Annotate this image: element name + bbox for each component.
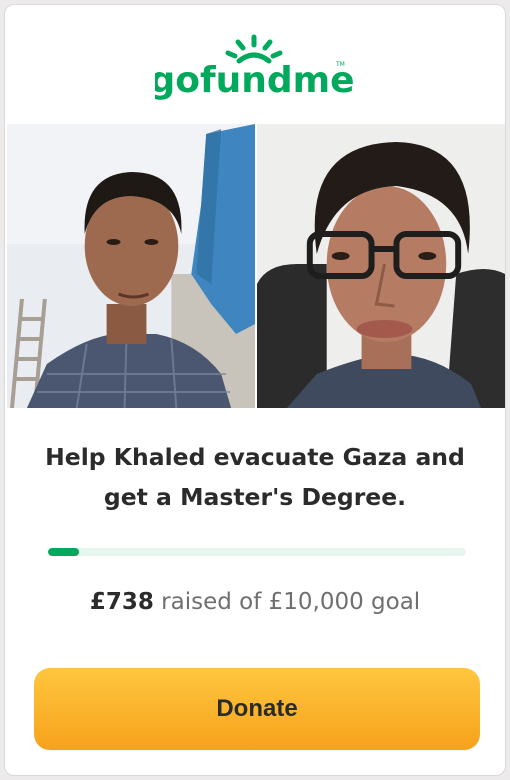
gofundme-logo[interactable]: gofundme TM	[5, 31, 505, 111]
raised-goal-text: raised of £10,000 goal	[161, 589, 421, 615]
campaign-title[interactable]: Help Khaled evacuate Gaza and get a Mast…	[29, 437, 481, 517]
trademark-mark: TM	[335, 61, 345, 68]
raised-amount: £738	[89, 589, 154, 615]
campaign-photo-outdoor	[7, 124, 255, 408]
campaign-photo-glasses	[257, 124, 505, 408]
raised-summary: £738 raised of £10,000 goal	[5, 589, 505, 615]
progress-bar-fill	[48, 548, 79, 556]
campaign-photos[interactable]	[7, 124, 505, 408]
logo-text: gofundme	[155, 60, 355, 101]
campaign-card: gofundme TM Help Khaled evacuate Gaza an…	[4, 4, 506, 776]
progress-bar	[48, 548, 466, 556]
donate-button[interactable]: Donate	[34, 668, 480, 750]
